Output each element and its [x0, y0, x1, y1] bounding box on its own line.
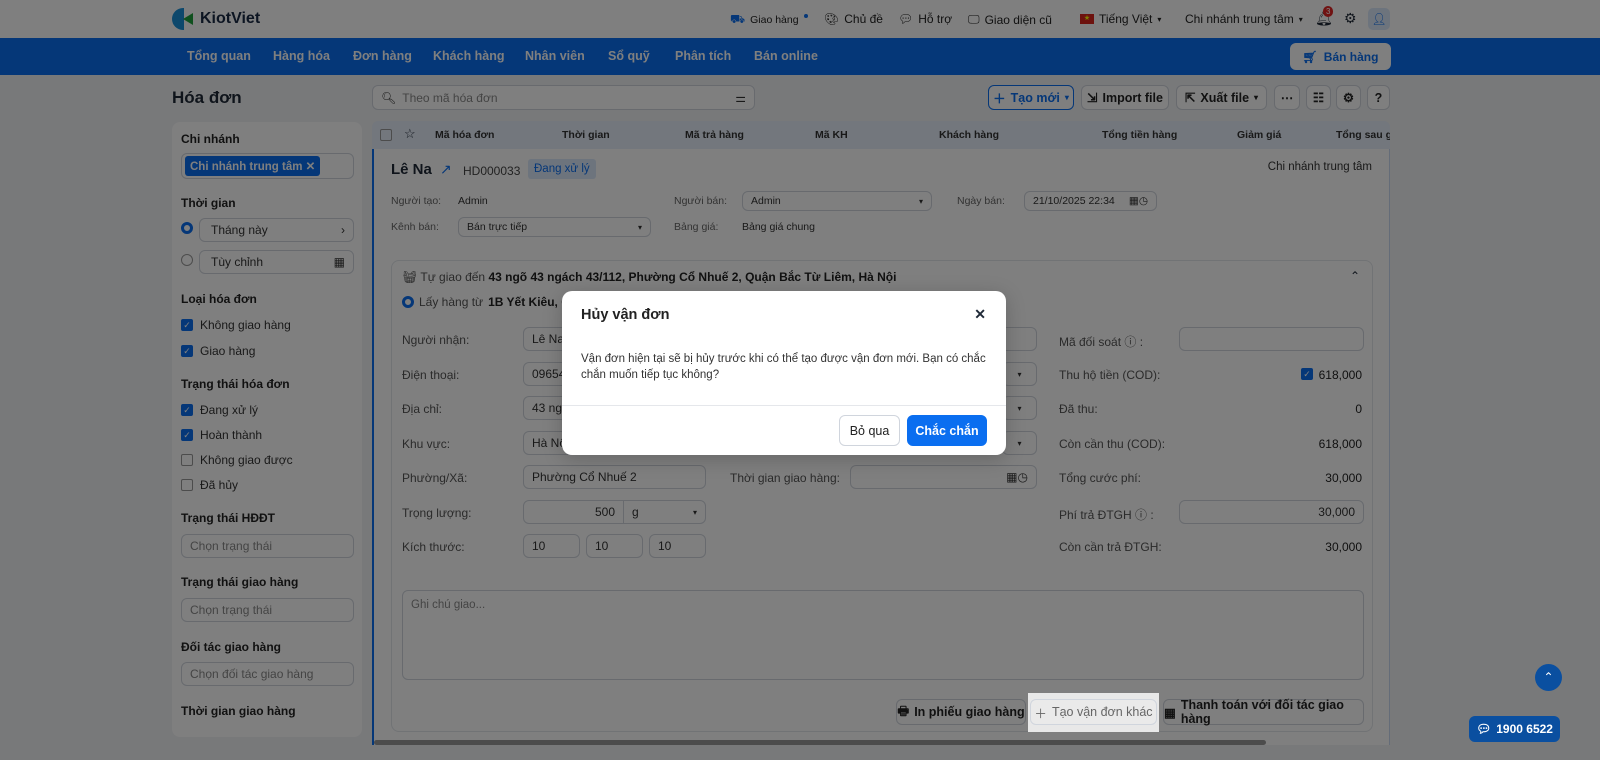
- plus-icon: ＋: [1034, 706, 1047, 721]
- chat-icon: 💬︎: [1476, 722, 1492, 736]
- close-icon[interactable]: ✕: [974, 306, 986, 323]
- cancel-button[interactable]: Bỏ qua: [839, 415, 900, 446]
- create-new-waybill-button[interactable]: ＋ Tạo vận đơn khác: [1030, 699, 1157, 725]
- hotline-button[interactable]: 💬︎ 1900 6522: [1469, 716, 1560, 742]
- confirm-button[interactable]: Chắc chắn: [907, 415, 987, 446]
- chevron-up-icon: ⌃: [1543, 670, 1554, 684]
- scroll-top-button[interactable]: ⌃: [1535, 664, 1562, 691]
- modal-body: Vận đơn hiện tại sẽ bị hủy trước khi có …: [581, 353, 986, 381]
- divider: [562, 405, 1006, 406]
- modal-title: Hủy vận đơn: [581, 307, 670, 323]
- highlight-new-waybill: ＋ Tạo vận đơn khác: [1028, 693, 1159, 732]
- cancel-waybill-modal: Hủy vận đơn ✕ Vận đơn hiện tại sẽ bị hủy…: [562, 291, 1006, 455]
